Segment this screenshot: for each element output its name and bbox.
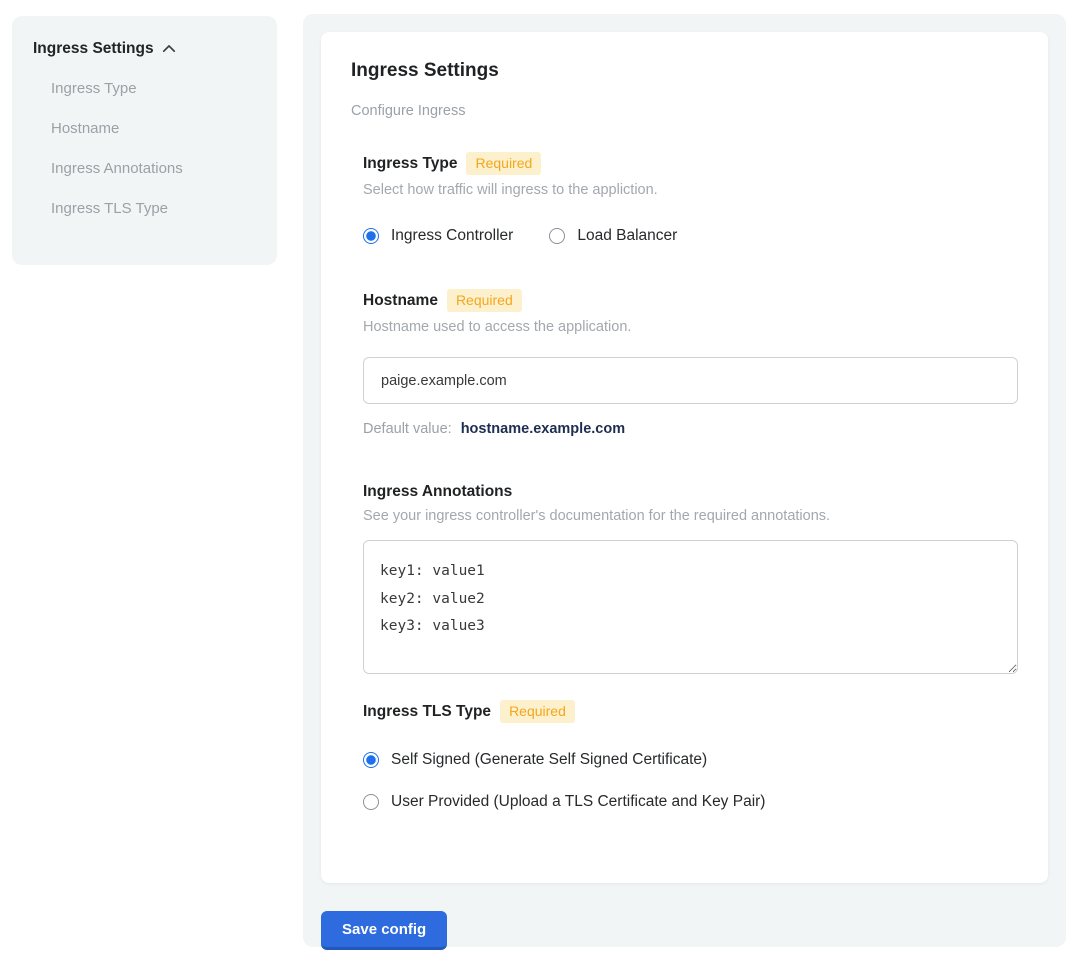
section-ingress-annotations: Ingress Annotations See your ingress con… <box>363 483 1018 679</box>
ingress-type-radio-group: Ingress Controller Load Balancer <box>363 227 1018 245</box>
load-balancer-radio[interactable] <box>549 228 565 244</box>
hostname-label: Hostname <box>363 292 438 310</box>
radio-option-self-signed[interactable]: Self Signed (Generate Self Signed Certif… <box>363 751 1018 769</box>
self-signed-radio[interactable] <box>363 752 379 768</box>
section-ingress-tls-type: Ingress TLS Type Required Self Signed (G… <box>363 700 1018 811</box>
sidebar-group-title: Ingress Settings <box>33 40 154 58</box>
hostname-default-line: Default value: hostname.example.com <box>363 421 1018 437</box>
required-badge: Required <box>466 152 541 175</box>
ingress-tls-type-label: Ingress TLS Type <box>363 703 491 721</box>
sidebar-item-ingress-tls-type[interactable]: Ingress TLS Type <box>51 200 257 217</box>
ingress-type-description: Select how traffic will ingress to the a… <box>363 182 1018 198</box>
default-value-label: Default value: <box>363 421 452 437</box>
required-badge: Required <box>447 289 522 312</box>
ingress-annotations-description: See your ingress controller's documentat… <box>363 508 1018 524</box>
required-badge: Required <box>500 700 575 723</box>
settings-panel: Ingress Settings Configure Ingress Ingre… <box>303 14 1066 947</box>
sidebar-item-ingress-annotations[interactable]: Ingress Annotations <box>51 160 257 177</box>
save-config-button[interactable]: Save config <box>321 911 447 950</box>
radio-option-user-provided[interactable]: User Provided (Upload a TLS Certificate … <box>363 793 1018 811</box>
radio-option-ingress-controller[interactable]: Ingress Controller <box>363 227 513 245</box>
section-ingress-type: Ingress Type Required Select how traffic… <box>363 152 1018 245</box>
form-sections: Ingress Type Required Select how traffic… <box>363 152 1018 811</box>
user-provided-radio[interactable] <box>363 794 379 810</box>
chevron-up-icon <box>162 42 176 56</box>
sidebar-item-ingress-type[interactable]: Ingress Type <box>51 80 257 97</box>
card-title: Ingress Settings <box>351 60 1018 82</box>
radio-label: User Provided (Upload a TLS Certificate … <box>391 793 765 811</box>
radio-label: Load Balancer <box>577 227 677 245</box>
sidebar-item-list: Ingress Type Hostname Ingress Annotation… <box>33 80 257 217</box>
radio-label: Self Signed (Generate Self Signed Certif… <box>391 751 707 769</box>
ingress-annotations-label: Ingress Annotations <box>363 483 512 501</box>
default-value-text: hostname.example.com <box>461 421 625 437</box>
section-hostname: Hostname Required Hostname used to acces… <box>363 289 1018 437</box>
ingress-type-label: Ingress Type <box>363 155 457 173</box>
tls-type-radio-group: Self Signed (Generate Self Signed Certif… <box>363 751 1018 811</box>
ingress-settings-sidebar: Ingress Settings Ingress Type Hostname I… <box>12 16 277 265</box>
card-subtitle: Configure Ingress <box>351 103 1018 119</box>
radio-label: Ingress Controller <box>391 227 513 245</box>
ingress-settings-card: Ingress Settings Configure Ingress Ingre… <box>321 32 1048 883</box>
radio-option-load-balancer[interactable]: Load Balancer <box>549 227 677 245</box>
hostname-input[interactable] <box>363 357 1018 404</box>
hostname-description: Hostname used to access the application. <box>363 319 1018 335</box>
sidebar-group-header[interactable]: Ingress Settings <box>33 40 257 58</box>
sidebar-item-hostname[interactable]: Hostname <box>51 120 257 137</box>
ingress-annotations-textarea[interactable]: key1: value1 key2: value2 key3: value3 <box>363 540 1018 674</box>
ingress-controller-radio[interactable] <box>363 228 379 244</box>
